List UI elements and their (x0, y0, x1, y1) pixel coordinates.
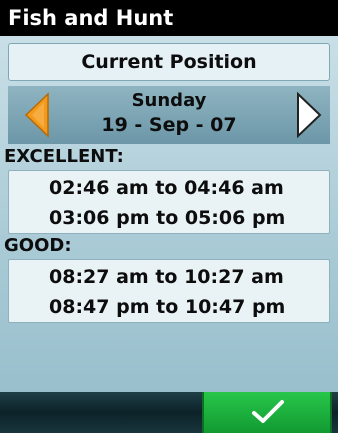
page-title: Fish and Hunt (0, 0, 338, 36)
ok-button[interactable] (202, 392, 332, 433)
time-range: 08:27 am to 10:27 am (49, 266, 284, 288)
chevron-left-icon (24, 92, 49, 138)
date-value: 19 - Sep - 07 (101, 114, 237, 136)
time-range: 08:47 pm to 10:47 pm (49, 296, 286, 318)
good-label: GOOD: (4, 235, 72, 256)
date-selector: Sunday 19 - Sep - 07 (8, 86, 330, 144)
chevron-right-icon (297, 91, 322, 139)
good-times: 08:27 am to 10:27 am 08:47 pm to 10:47 p… (8, 259, 330, 323)
excellent-times: 02:46 am to 04:46 am 03:06 pm to 05:06 p… (8, 170, 330, 234)
date-display: Sunday 19 - Sep - 07 (68, 90, 270, 138)
previous-day-button[interactable] (22, 92, 52, 138)
right-margin (338, 0, 358, 433)
next-day-button[interactable] (294, 91, 324, 139)
time-range: 02:46 am to 04:46 am (49, 177, 284, 199)
current-position-button[interactable]: Current Position (8, 43, 330, 81)
time-range: 03:06 pm to 05:06 pm (49, 207, 286, 229)
day-of-week: Sunday (131, 90, 207, 111)
checkmark-icon (252, 400, 284, 423)
excellent-label: EXCELLENT: (4, 146, 124, 167)
fish-and-hunt-screen: Fish and Hunt Current Position Sunday 19… (0, 0, 338, 433)
